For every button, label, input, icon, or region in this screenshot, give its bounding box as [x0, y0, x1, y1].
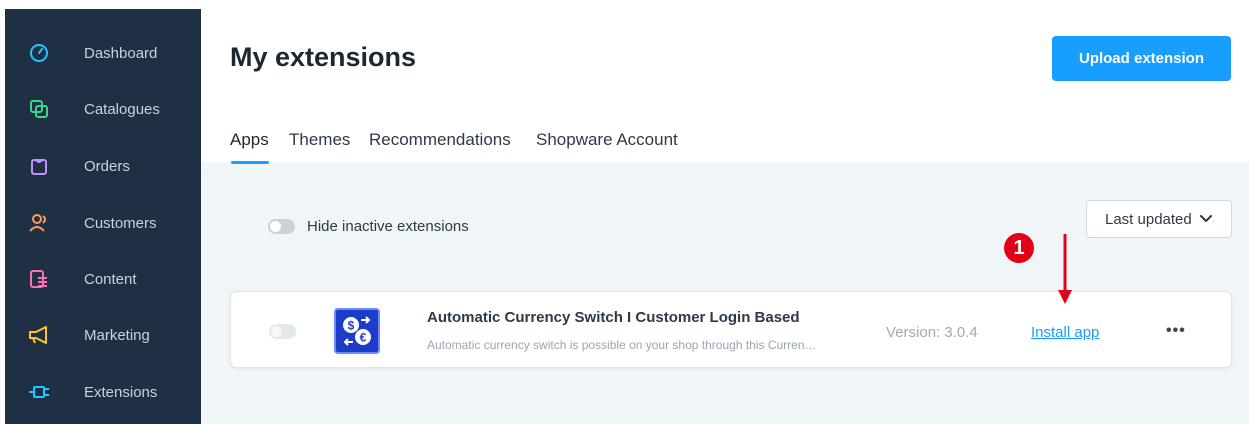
- app-frame: Dashboard Catalogues Orders Customers Co…: [0, 0, 1249, 424]
- content-icon: [28, 268, 50, 290]
- sidebar-item-catalogues[interactable]: Catalogues: [5, 89, 201, 129]
- sidebar-item-label: Dashboard: [84, 44, 158, 62]
- currency-switch-app-icon: $ €: [334, 308, 380, 354]
- sidebar-item-label: Orders: [84, 157, 130, 175]
- more-options-button[interactable]: •••: [1166, 322, 1186, 340]
- tab-shopware-account[interactable]: Shopware Account: [536, 130, 678, 150]
- sort-select[interactable]: Last updated: [1086, 200, 1232, 238]
- extension-description: Automatic currency switch is possible on…: [427, 338, 817, 352]
- sidebar-item-label: Extensions: [84, 383, 158, 401]
- sidebar-item-customers[interactable]: Customers: [5, 203, 201, 243]
- sidebar-item-label: Marketing: [84, 326, 150, 344]
- active-tab-indicator: [231, 161, 269, 164]
- upload-extension-button[interactable]: Upload extension: [1052, 36, 1231, 81]
- annotation-arrow-icon: [1058, 234, 1072, 304]
- tab-themes[interactable]: Themes: [289, 130, 350, 150]
- extension-active-toggle[interactable]: [269, 324, 296, 339]
- page-title: My extensions: [230, 42, 417, 72]
- sidebar-item-orders[interactable]: Orders: [5, 146, 201, 186]
- users-icon: [28, 212, 50, 234]
- layers-icon: [28, 98, 50, 120]
- sidebar-item-label: Customers: [84, 214, 157, 232]
- svg-text:€: €: [360, 331, 367, 345]
- extension-card: $ € Automatic Currency Switch I Customer…: [230, 291, 1232, 368]
- annotation-badge: 1: [1004, 233, 1034, 263]
- sidebar-item-extensions[interactable]: Extensions: [5, 372, 201, 412]
- extension-version: Version: 3.0.4: [886, 324, 978, 341]
- sidebar-item-dashboard[interactable]: Dashboard: [5, 33, 201, 73]
- hide-inactive-label: Hide inactive extensions: [307, 218, 469, 235]
- chevron-down-icon: [1199, 215, 1212, 223]
- sort-select-value: Last updated: [1105, 210, 1192, 228]
- gauge-icon: [28, 42, 50, 64]
- shopping-bag-icon: [28, 155, 50, 177]
- hide-inactive-toggle[interactable]: [268, 219, 295, 234]
- tab-recommendations[interactable]: Recommendations: [369, 130, 511, 150]
- sidebar-item-label: Content: [84, 270, 137, 288]
- megaphone-icon: [28, 324, 50, 346]
- install-app-link[interactable]: Install app: [1031, 324, 1099, 341]
- sidebar: Dashboard Catalogues Orders Customers Co…: [5, 9, 201, 424]
- sidebar-item-content[interactable]: Content: [5, 259, 201, 299]
- tab-apps[interactable]: Apps: [230, 130, 269, 150]
- sidebar-item-marketing[interactable]: Marketing: [5, 315, 201, 355]
- plug-icon: [28, 381, 50, 403]
- hide-inactive-row: Hide inactive extensions: [268, 218, 469, 235]
- sidebar-item-label: Catalogues: [84, 100, 160, 118]
- svg-text:$: $: [348, 319, 355, 333]
- extension-name: Automatic Currency Switch I Customer Log…: [427, 309, 800, 326]
